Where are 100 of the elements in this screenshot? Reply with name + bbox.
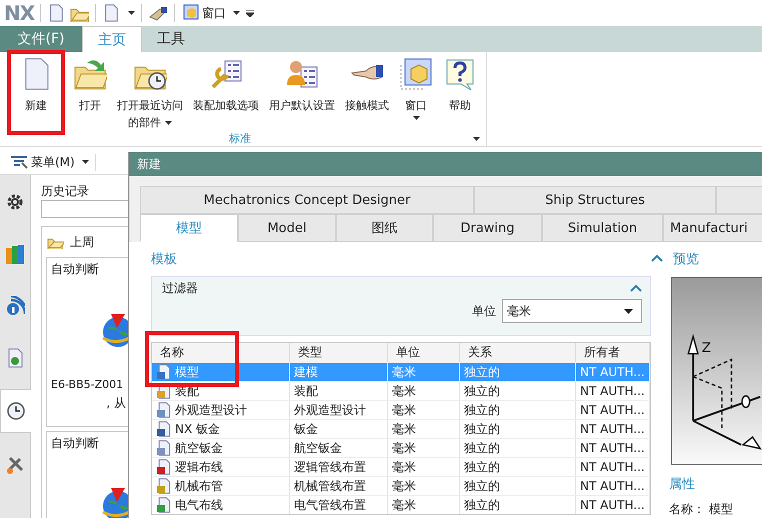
- table-row[interactable]: 电气布线 电气管线布置 毫米 独立的 NT AUTH...: [152, 495, 650, 514]
- expand-icon[interactable]: [473, 137, 480, 141]
- document-icon: [156, 402, 172, 418]
- table-row[interactable]: 机械布管 机械管线布置 毫米 独立的 NT AUTH...: [152, 476, 650, 495]
- category-tab[interactable]: 图纸: [336, 214, 433, 242]
- category-tab[interactable]: Drawing: [433, 214, 542, 242]
- table-cell: 装配: [294, 382, 318, 400]
- file-tab[interactable]: 文件(F): [0, 26, 82, 52]
- group-label: 上周: [70, 234, 94, 250]
- file-name: E6-BB5-Z001: [51, 378, 124, 391]
- menu-button[interactable]: 菜单(M): [0, 154, 96, 170]
- table-row[interactable]: 航空钣金 航空钣金 毫米 独立的 NT AUTH...: [152, 438, 650, 457]
- brush-icon[interactable]: [148, 5, 168, 21]
- table-cell: NT AUTH...: [580, 441, 645, 455]
- search-field[interactable]: [41, 200, 128, 218]
- ribbon-button[interactable]: 窗口: [396, 57, 436, 120]
- category-tab[interactable]: Mechatronics Concept Designer: [140, 186, 474, 214]
- ribbon-button[interactable]: 帮助: [440, 57, 480, 114]
- ribbon-button[interactable]: 用户默认设置: [266, 57, 338, 114]
- caret-icon[interactable]: [128, 11, 136, 15]
- menu-icon: [10, 155, 28, 169]
- table-cell: 电气布线: [175, 496, 223, 514]
- table-cell: 独立的: [464, 382, 500, 400]
- panel-title: 历史记录: [41, 183, 89, 200]
- cube-icon: [181, 4, 200, 22]
- file-note: , 从: [106, 395, 126, 412]
- unit-dropdown[interactable]: 毫米: [502, 299, 642, 323]
- section-title: 预览: [673, 250, 699, 268]
- ribbon-button[interactable]: 打开最近访问的部件: [114, 57, 186, 131]
- tools-icon: [5, 454, 25, 474]
- gear-icon: [5, 192, 25, 212]
- category-tab[interactable]: Simulation: [542, 214, 663, 242]
- table-cell: NT AUTH...: [580, 422, 645, 436]
- card-label: 自动判断: [51, 435, 99, 452]
- app-logo: NX: [4, 1, 34, 25]
- table-cell: NT AUTH...: [580, 365, 645, 379]
- table-cell: NT AUTH...: [580, 498, 645, 512]
- category-tab[interactable]: Ship Structures: [474, 186, 716, 214]
- axis-label: Z: [702, 340, 711, 356]
- category-tab[interactable]: Manufacturi: [663, 214, 762, 242]
- ribbon-tab[interactable]: 主页: [82, 26, 142, 52]
- document-icon: [156, 421, 172, 437]
- table-cell: 机械布管: [175, 478, 223, 494]
- table-cell: 毫米: [392, 496, 416, 514]
- ribbon-button[interactable]: 新建: [16, 57, 56, 114]
- category-tab[interactable]: 模型: [140, 214, 238, 242]
- table-cell: NT AUTH...: [580, 460, 645, 474]
- section-title: 模板: [151, 251, 177, 268]
- table-cell: 毫米: [392, 420, 416, 438]
- field-value: 模型: [709, 501, 733, 518]
- field-label: 单位: [472, 302, 496, 320]
- table-cell: 独立的: [464, 440, 500, 456]
- collapse-icon[interactable]: [651, 254, 663, 264]
- table-cell: 独立的: [464, 496, 500, 514]
- collapse-icon[interactable]: [630, 284, 642, 292]
- table-cell: 独立的: [464, 402, 500, 418]
- ribbon-button[interactable]: 装配加载选项: [190, 57, 262, 114]
- table-cell: 电气管线布置: [294, 496, 366, 514]
- caret-icon: [233, 11, 240, 15]
- table-cell: 独立的: [464, 364, 500, 380]
- table-row[interactable]: 外观造型设计 外观造型设计 毫米 独立的 NT AUTH...: [152, 400, 650, 419]
- table-cell: NT AUTH...: [580, 384, 645, 398]
- table-cell: 航空钣金: [294, 440, 342, 456]
- category-tab[interactable]: Model: [238, 214, 336, 242]
- table-cell: 逻辑管线布置: [294, 458, 366, 476]
- table-cell: 建模: [294, 364, 318, 380]
- document-icon: [156, 478, 172, 494]
- table-cell: 独立的: [464, 458, 500, 476]
- table-row[interactable]: NX 钣金 钣金 毫米 独立的 NT AUTH...: [152, 419, 650, 438]
- table-cell: NX 钣金: [175, 420, 220, 438]
- table-cell: 毫米: [392, 402, 416, 418]
- ribbon-tab[interactable]: 工具: [142, 26, 200, 52]
- section-title: 过滤器: [162, 280, 198, 296]
- resource-tab[interactable]: [0, 389, 31, 433]
- cube-icon: [399, 57, 433, 91]
- ribbon-button[interactable]: 打开: [70, 57, 110, 114]
- table-cell: NT AUTH...: [580, 479, 645, 493]
- field-label: 名称：: [669, 501, 705, 518]
- clock-icon: [6, 401, 26, 421]
- table-cell: 毫米: [392, 440, 416, 456]
- table-row[interactable]: 逻辑布线 逻辑管线布置 毫米 独立的 NT AUTH...: [152, 457, 650, 476]
- table-cell: 独立的: [464, 420, 500, 438]
- document-icon[interactable]: [102, 4, 118, 22]
- new-file-icon[interactable]: [47, 4, 64, 22]
- table-cell: 毫米: [392, 458, 416, 476]
- table-cell: 模型: [175, 364, 199, 380]
- window-menu-button[interactable]: 窗口: [181, 4, 240, 22]
- table-cell: 航空钣金: [175, 440, 223, 456]
- table-cell: 机械管线布置: [294, 478, 366, 494]
- caret-icon: [624, 308, 633, 314]
- document-icon: [156, 364, 172, 380]
- caret-icon: [82, 160, 89, 164]
- document-icon: [156, 440, 172, 456]
- info-icon: [5, 296, 25, 316]
- overflow-icon[interactable]: [246, 10, 254, 16]
- document-icon: [156, 497, 172, 513]
- table-cell: 毫米: [392, 382, 416, 400]
- ribbon-button[interactable]: 接触模式: [342, 57, 392, 114]
- section-title: 属性: [669, 476, 696, 493]
- table-cell: NT AUTH...: [580, 403, 645, 417]
